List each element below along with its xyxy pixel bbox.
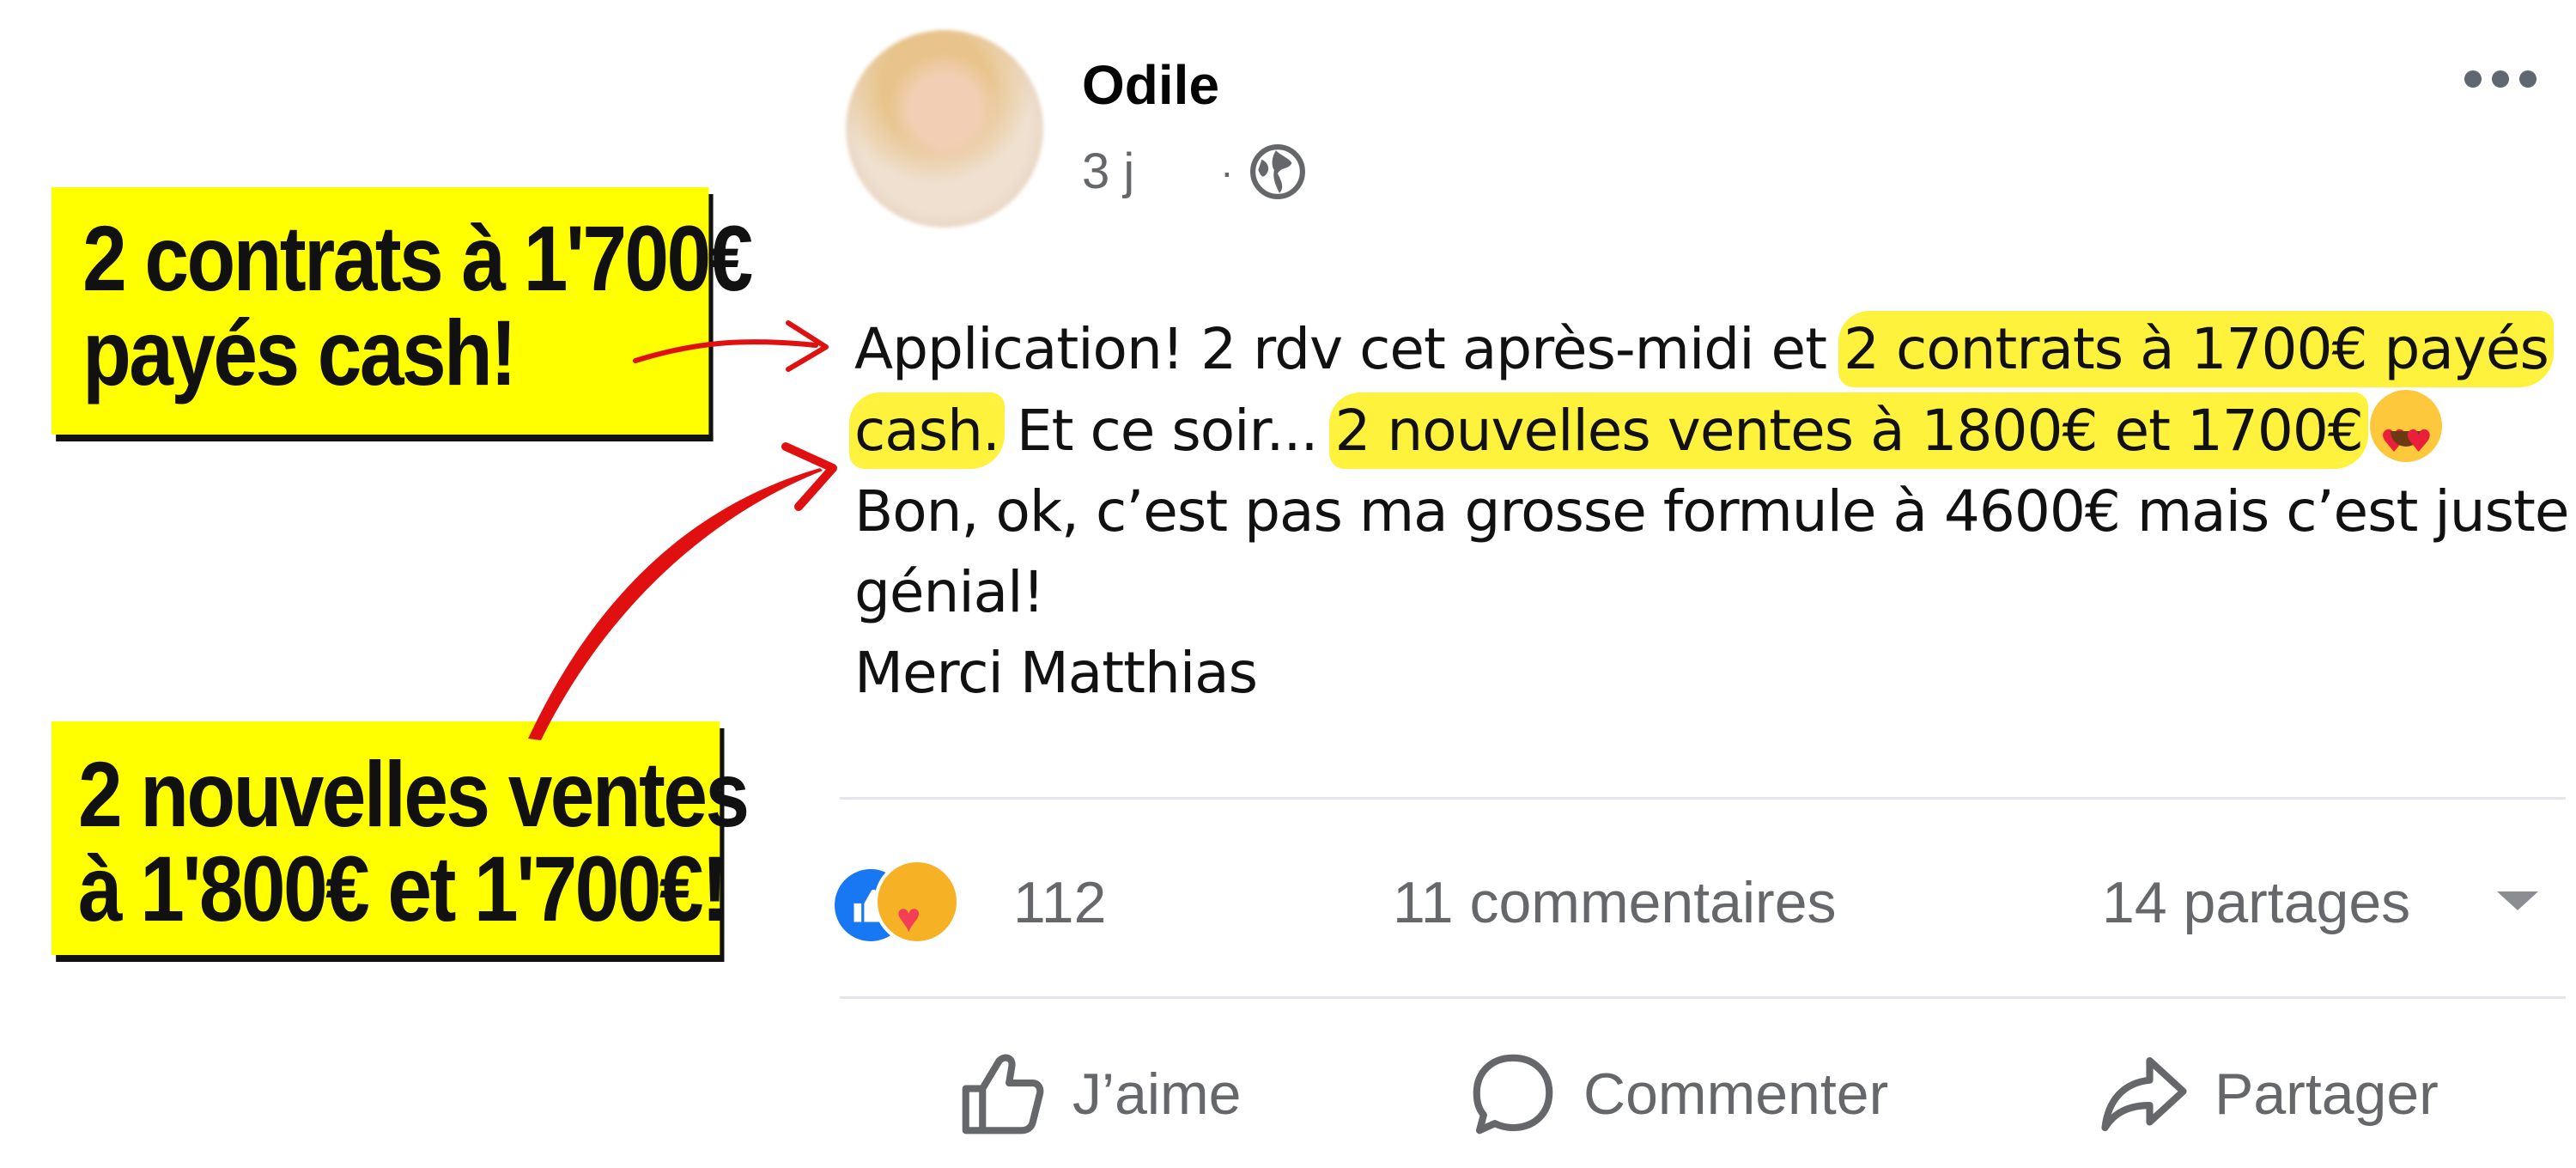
comment-bubble-icon	[1473, 1054, 1553, 1135]
share-arrow-icon	[2101, 1056, 2187, 1132]
callout-sales: 2 nouvelles ventes à 1'800€ et 1'700€!	[52, 721, 750, 955]
heart-eyes-emoji-icon	[2369, 390, 2442, 483]
more-dot	[2519, 70, 2537, 88]
arrow-to-sales-head	[781, 442, 837, 511]
post-line-2: cash. Et ce soir... 2 nouvelles ventes à…	[854, 390, 2563, 483]
arrow-to-contracts-head	[786, 320, 829, 372]
post-text: Application! 2 rdv cet après-midi et 2 c…	[854, 309, 2569, 714]
highlighted-cash: cash.	[854, 398, 1000, 464]
post-meta: 3 j ·	[1082, 143, 1306, 200]
highlighted-contracts: 2 contrats à 1700€ payés	[1843, 316, 2549, 382]
comments-count[interactable]: 11 commentaires	[1393, 869, 1837, 936]
post-time[interactable]: 3 j	[1082, 143, 1134, 200]
comment-button[interactable]: Commenter	[1468, 1049, 1888, 1139]
share-button[interactable]: Partager	[2099, 1049, 2439, 1139]
arrow-to-sales	[528, 468, 823, 740]
more-dot	[2492, 70, 2509, 88]
like-button[interactable]: J’aime	[957, 1049, 1242, 1139]
more-options-button[interactable]	[2464, 70, 2537, 88]
meta-separator: ·	[1220, 149, 1234, 194]
avatar[interactable]	[846, 30, 1043, 228]
callout-sales-line1: 2 nouvelles ventes	[77, 742, 750, 846]
post-line-5: Merci Matthias	[854, 640, 1258, 706]
shares-count[interactable]: 14 partages	[2102, 869, 2410, 936]
share-label: Partager	[2215, 1062, 2439, 1127]
post-line-3: Bon, ok, c’est pas ma grosse formule à 4…	[854, 478, 2569, 544]
reactions-count[interactable]: 112	[1013, 869, 1106, 936]
text-segment: Application! 2 rdv cet après-midi et	[854, 316, 1844, 382]
globe-icon[interactable]	[1249, 143, 1306, 200]
like-label: J’aime	[1072, 1062, 1242, 1127]
reactions-summary[interactable]	[831, 859, 960, 945]
comment-label: Commenter	[1583, 1062, 1889, 1127]
callout-contracts-line1: 2 contrats à 1'700€	[82, 206, 753, 310]
post-line-1: Application! 2 rdv cet après-midi et 2 c…	[854, 309, 2563, 390]
post-line-4: génial!	[854, 559, 1045, 625]
thumbs-up-icon	[962, 1054, 1044, 1135]
callout-sales-line2: à 1'800€ et 1'700€!	[77, 836, 728, 941]
author-name[interactable]: Odile	[1082, 53, 1219, 117]
callout-contracts-line2: payés cash!	[82, 301, 517, 405]
divider-bottom	[840, 996, 2566, 999]
divider-top	[840, 797, 2566, 800]
callout-contracts: 2 contrats à 1'700€ payés cash!	[52, 187, 753, 435]
highlighted-sales: 2 nouvelles ventes à 1800€ et 1700€	[1334, 398, 2364, 464]
caret-down-icon[interactable]	[2497, 891, 2538, 910]
care-icon	[874, 859, 960, 945]
text-segment: Et ce soir...	[999, 398, 1335, 464]
more-dot	[2464, 70, 2482, 88]
